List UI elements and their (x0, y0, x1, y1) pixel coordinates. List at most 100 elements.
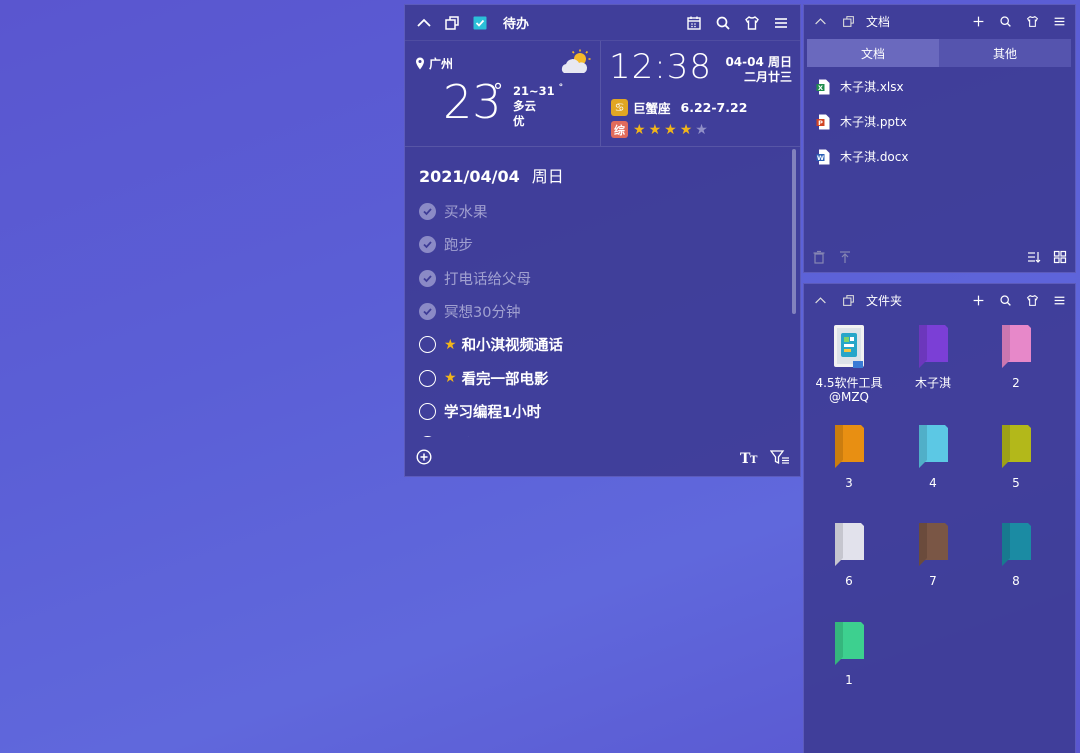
zodiac-row[interactable]: ♋ 巨蟹座 6.22-7.22 (611, 98, 747, 117)
task-text: 跑步 (444, 238, 473, 255)
task-item[interactable]: ★ 和小淇视频通话 (419, 328, 800, 361)
menu-icon[interactable] (1051, 293, 1067, 309)
docs-title: 文档 (866, 15, 891, 29)
detach-icon[interactable] (840, 293, 856, 309)
folder-icon (919, 325, 948, 368)
weather-widget[interactable]: 广州 23 ° 21~31 ° 多云 优 (405, 41, 601, 146)
star-icon: ★ (695, 121, 708, 138)
folder-item[interactable]: 木子淇 (891, 324, 975, 390)
search-icon[interactable] (714, 14, 732, 32)
checked-circle-icon[interactable] (419, 303, 436, 321)
folder-item[interactable]: 8 (974, 522, 1058, 588)
task-text: 打电话给父母 (444, 271, 531, 288)
docs-tabs: 文档 其他 (807, 39, 1071, 67)
font-size-icon[interactable]: TT (740, 448, 760, 466)
list-date: 2021/04/04 (419, 167, 520, 186)
clock-widget[interactable]: 12:38 04-04 周日 二月廿三 ♋ 巨蟹座 6.22-7.22 综 ★ ★… (601, 41, 800, 146)
calendar-icon[interactable] (685, 14, 703, 32)
add-task-icon[interactable] (415, 448, 433, 466)
task-text: 学习新技能 (462, 434, 535, 437)
task-item[interactable]: 跑步 (419, 228, 800, 261)
checked-circle-icon[interactable] (419, 203, 436, 221)
folder-item[interactable]: 4 (891, 424, 975, 490)
folders-panel: 文件夹 4.5软件工具 @MZQ 木子淇 2 3 4 5 6 7 8 1 (803, 283, 1076, 753)
tab-docs[interactable]: 文档 (807, 39, 939, 67)
folder-item[interactable]: 4.5软件工具 @MZQ (807, 324, 891, 404)
add-icon[interactable] (970, 14, 986, 30)
unchecked-circle-icon[interactable] (419, 369, 436, 387)
task-item[interactable]: ★学习新技能 (419, 428, 800, 437)
task-item[interactable]: 打电话给父母 (419, 262, 800, 295)
unchecked-circle-icon[interactable] (419, 336, 436, 354)
star-icon: ★ (633, 121, 646, 138)
folder-item[interactable]: 1 (807, 621, 891, 687)
folder-label: 4.5软件工具 (815, 376, 883, 390)
app-folder-icon (834, 325, 864, 368)
folder-icon (1002, 325, 1031, 368)
folder-icon (919, 523, 948, 566)
folder-icon (1002, 523, 1031, 566)
task-item[interactable]: 买水果 (419, 195, 800, 228)
menu-icon[interactable] (1051, 14, 1067, 30)
add-icon[interactable] (970, 293, 986, 309)
skin-icon[interactable] (1024, 293, 1040, 309)
folder-item[interactable]: 5 (974, 424, 1058, 490)
grid-view-icon[interactable] (1053, 250, 1067, 264)
folder-icon (835, 622, 864, 665)
important-star-icon: ★ (444, 336, 457, 353)
folder-label: 3 (845, 476, 853, 490)
filter-icon[interactable] (770, 448, 790, 466)
unchecked-circle-icon[interactable] (419, 436, 436, 437)
scrollbar[interactable] (792, 149, 796, 314)
delete-icon[interactable] (812, 250, 826, 264)
svg-text:W: W (817, 153, 824, 161)
skin-icon[interactable] (743, 14, 761, 32)
tab-other[interactable]: 其他 (939, 39, 1071, 67)
folders-title: 文件夹 (866, 294, 903, 308)
unchecked-circle-icon[interactable] (419, 402, 436, 420)
lunar-date: 二月廿三 (743, 70, 792, 84)
file-name: 木子淇.pptx (840, 115, 907, 129)
word-icon: W (816, 149, 830, 164)
checked-circle-icon[interactable] (419, 269, 436, 287)
fortune-rating: 综 ★ ★ ★ ★ ★ (611, 121, 711, 138)
checked-circle-icon[interactable] (419, 236, 436, 254)
star-icon: ★ (664, 121, 677, 138)
folder-item[interactable]: 7 (891, 522, 975, 588)
solar-date: 04-04 周日 (725, 55, 792, 69)
cancer-zodiac-icon: ♋ (611, 99, 628, 116)
todo-panel: 待办 广州 23 ° 21~31 ° 多云 优 12:38 04-04 周日 二… (404, 4, 801, 477)
zodiac-range: 6.22-7.22 (680, 100, 748, 115)
skin-icon[interactable] (1024, 14, 1040, 30)
collapse-icon[interactable] (812, 14, 828, 30)
file-item[interactable]: W 木子淇.docx (804, 139, 1075, 174)
todo-title: 待办 (503, 17, 530, 32)
temp-range: 21~31 (513, 83, 555, 98)
folder-label: 1 (845, 673, 853, 687)
folder-label: 8 (1012, 574, 1020, 588)
search-icon[interactable] (997, 14, 1013, 30)
pin-top-icon[interactable] (838, 250, 852, 264)
folder-icon (1002, 425, 1031, 468)
detach-icon[interactable] (443, 14, 461, 32)
folder-item[interactable]: 3 (807, 424, 891, 490)
sort-icon[interactable] (1027, 250, 1041, 264)
detach-icon[interactable] (840, 14, 856, 30)
task-item[interactable]: 冥想30分钟 (419, 295, 800, 328)
folder-label: 4 (929, 476, 937, 490)
collapse-icon[interactable] (812, 293, 828, 309)
folder-item[interactable]: 2 (974, 324, 1058, 390)
list-weekday: 周日 (531, 167, 564, 186)
collapse-icon[interactable] (415, 14, 433, 32)
docs-toolbar: 文档 (804, 5, 1075, 38)
file-item[interactable]: X 木子淇.xlsx (804, 69, 1075, 104)
file-name: 木子淇.docx (840, 150, 909, 164)
search-icon[interactable] (997, 293, 1013, 309)
folder-label: 6 (845, 574, 853, 588)
task-item[interactable]: ★ 看完一部电影 (419, 361, 800, 394)
file-item[interactable]: P 木子淇.pptx (804, 104, 1075, 139)
task-item[interactable]: 学习编程1小时 (419, 395, 800, 428)
menu-icon[interactable] (772, 14, 790, 32)
file-name: 木子淇.xlsx (840, 80, 904, 94)
folder-item[interactable]: 6 (807, 522, 891, 588)
